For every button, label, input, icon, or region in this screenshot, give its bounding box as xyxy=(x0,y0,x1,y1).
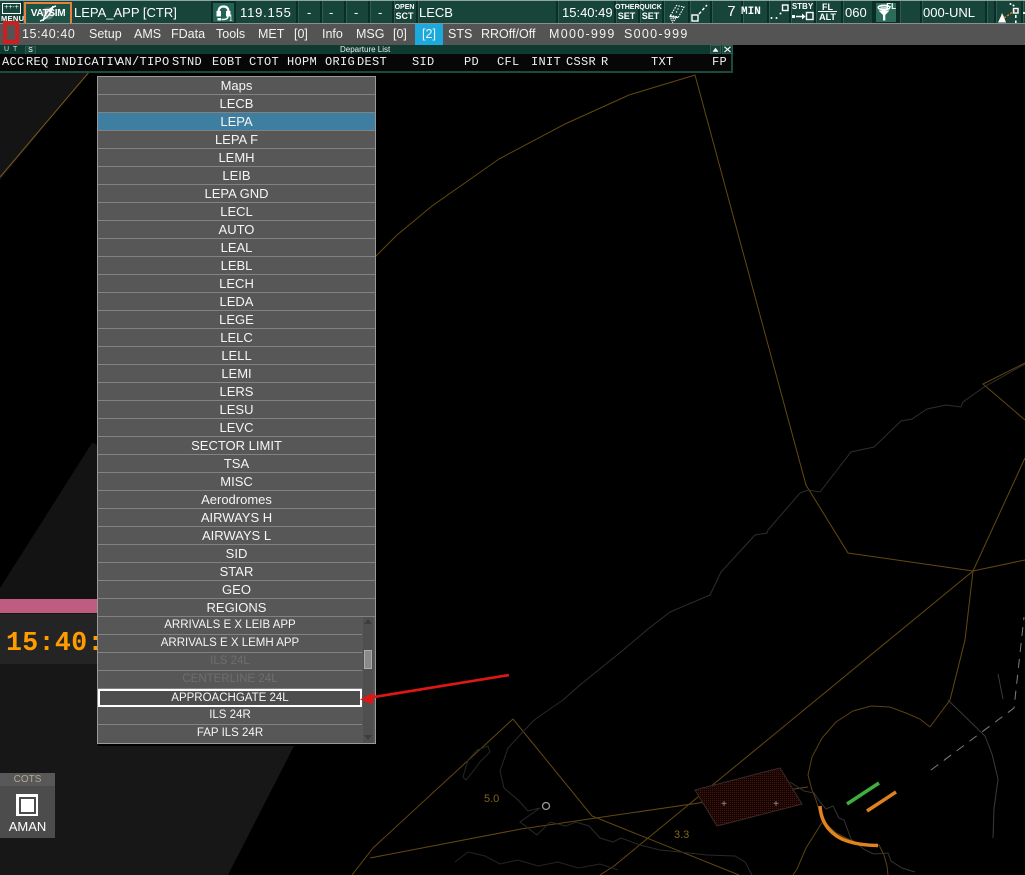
svg-text:+: + xyxy=(721,800,727,811)
svg-text:5.0: 5.0 xyxy=(484,793,499,805)
svg-text:+: + xyxy=(773,800,779,811)
svg-text:3.3: 3.3 xyxy=(674,829,689,841)
